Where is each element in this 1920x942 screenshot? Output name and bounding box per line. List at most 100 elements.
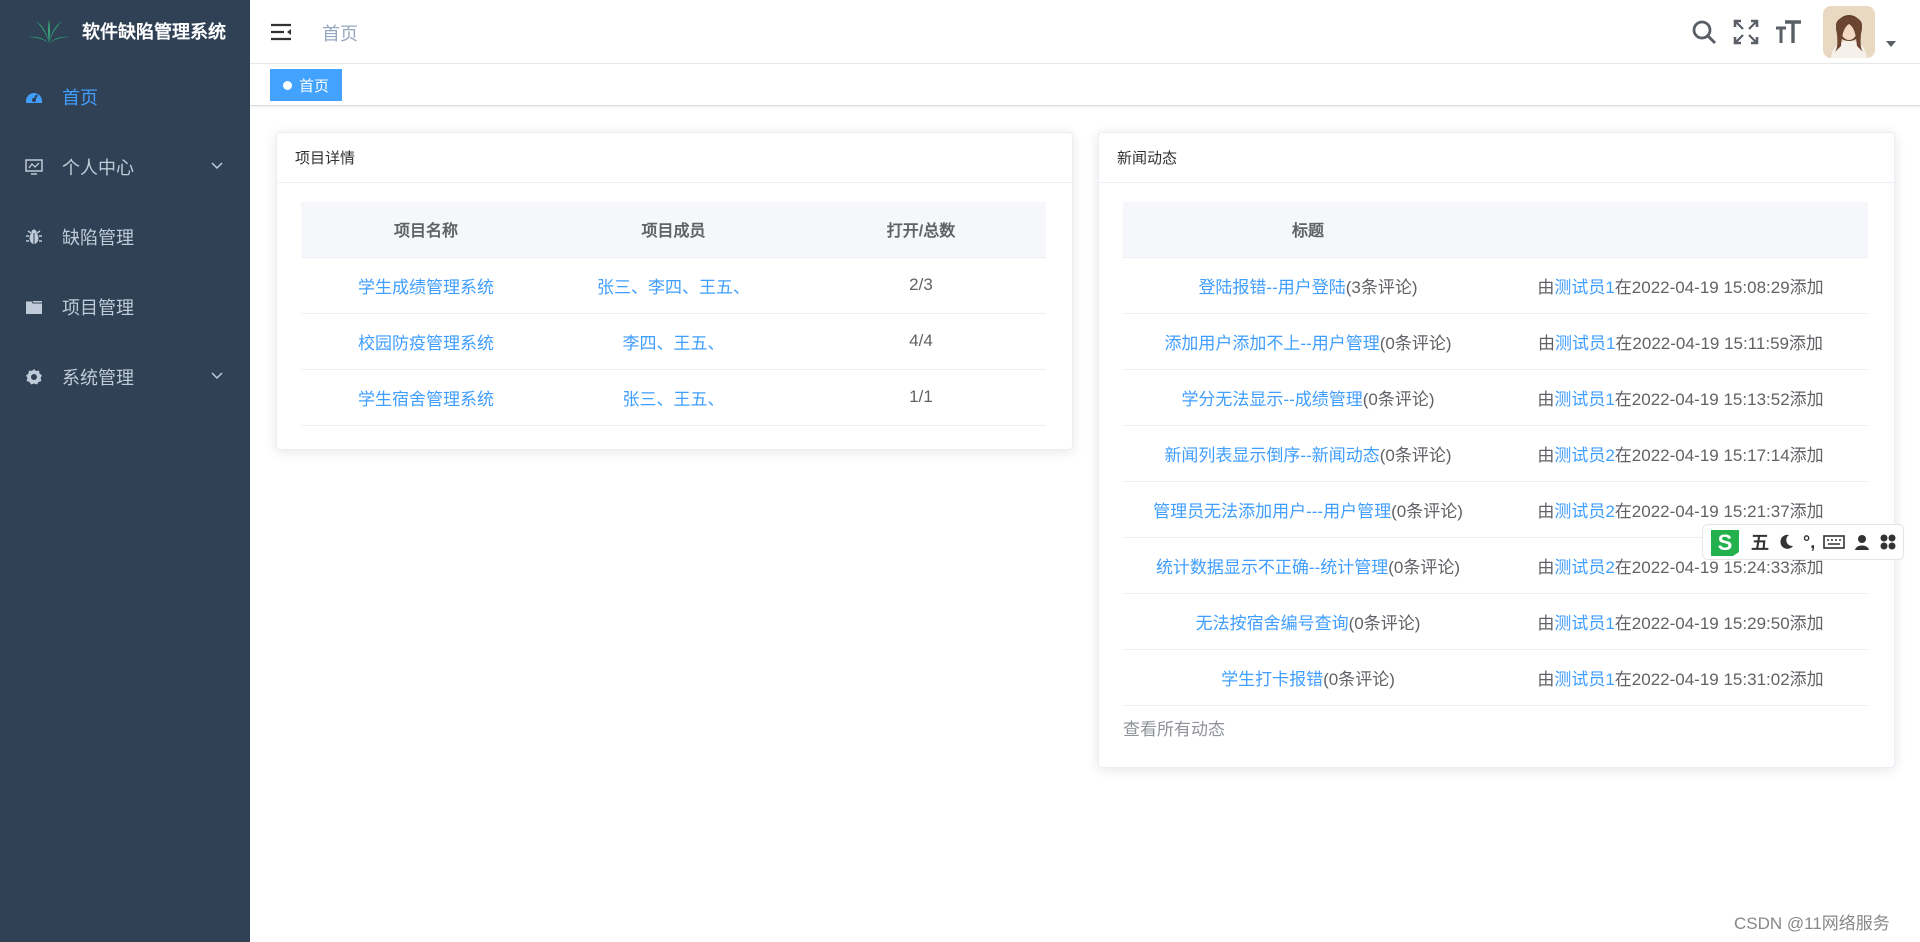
added-label: 添加 xyxy=(1789,557,1824,577)
news-title-cell: 学生打卡报错(0条评论) xyxy=(1123,649,1493,706)
user-icon[interactable] xyxy=(1853,533,1871,551)
avatar[interactable] xyxy=(1823,6,1875,58)
added-label: 添加 xyxy=(1789,501,1824,521)
author-link[interactable]: 测试员1 xyxy=(1554,670,1614,689)
sidebar-item-label: 系统管理 xyxy=(62,368,134,388)
author-link[interactable]: 测试员1 xyxy=(1555,334,1615,353)
table-row: 添加用户添加不上--用户管理(0条评论) 由测试员1在2022-04-19 15:… xyxy=(1123,313,1868,370)
at-label: 在 xyxy=(1614,501,1632,521)
leaf-logo-icon xyxy=(29,19,69,43)
folder-icon xyxy=(24,297,44,317)
table-row: 无法按宿舍编号查询(0条评论) 由测试员1在2022-04-19 15:29:50… xyxy=(1123,593,1868,650)
open-total-count: 2/3 xyxy=(796,257,1046,314)
sidebar: 软件缺陷管理系统 首页 个人中心 缺陷管理 项目管理 系统管理 xyxy=(0,0,250,942)
apps-icon[interactable] xyxy=(1879,533,1897,551)
at-label: 在 xyxy=(1614,445,1632,465)
sidebar-item-label: 个人中心 xyxy=(62,158,134,178)
comment-count: (0条评论) xyxy=(1323,669,1395,689)
ime-toolbar: S 五 °, xyxy=(1702,524,1904,560)
column-header-empty xyxy=(1493,202,1868,258)
bug-icon xyxy=(24,227,44,247)
news-title-cell: 学分无法显示--成绩管理(0条评论) xyxy=(1123,369,1493,426)
news-title-link[interactable]: 学生打卡报错 xyxy=(1221,670,1323,689)
news-meta-cell: 由测试员2在2022-04-19 15:17:14添加 xyxy=(1493,425,1868,482)
sogou-logo-icon[interactable]: S xyxy=(1707,526,1743,558)
column-header: 项目名称 xyxy=(301,202,551,258)
sidebar-item-personal-center[interactable]: 个人中心 xyxy=(0,132,250,202)
comment-count: (0条评论) xyxy=(1348,613,1421,633)
sidebar-item-defect-management[interactable]: 缺陷管理 xyxy=(0,202,250,272)
news-title-link[interactable]: 学分无法显示--成绩管理 xyxy=(1181,390,1362,409)
top-navbar: 首页 xyxy=(250,0,1920,64)
font-size-icon[interactable] xyxy=(1774,18,1802,46)
by-label: 由 xyxy=(1537,445,1555,465)
project-name-link[interactable]: 学生宿舍管理系统 xyxy=(301,369,551,426)
news-title-cell: 新闻列表显示倒序--新闻动态(0条评论) xyxy=(1123,425,1493,482)
hamburger-icon[interactable] xyxy=(270,22,292,42)
comment-count: (0条评论) xyxy=(1391,501,1463,521)
sidebar-item-project-management[interactable]: 项目管理 xyxy=(0,272,250,342)
project-members-link[interactable]: 李四、王五、 xyxy=(551,313,796,370)
news-title-link[interactable]: 统计数据显示不正确--统计管理 xyxy=(1156,558,1388,577)
comment-count: (0条评论) xyxy=(1379,445,1452,465)
author-link[interactable]: 测试员2 xyxy=(1554,502,1614,521)
news-title-link[interactable]: 新闻列表显示倒序--新闻动态 xyxy=(1164,446,1379,465)
column-header: 打开/总数 xyxy=(796,202,1046,258)
project-name-link[interactable]: 校园防疫管理系统 xyxy=(301,313,551,370)
fullscreen-icon[interactable] xyxy=(1732,18,1760,46)
tag-label: 首页 xyxy=(299,77,330,95)
card-title: 新闻动态 xyxy=(1099,133,1894,183)
by-label: 由 xyxy=(1537,501,1555,521)
timestamp: 2022-04-19 15:13:52 xyxy=(1631,389,1790,409)
news-title-link[interactable]: 管理员无法添加用户---用户管理 xyxy=(1153,502,1391,521)
project-members-link[interactable]: 张三、王五、 xyxy=(551,369,796,426)
sidebar-item-home[interactable]: 首页 xyxy=(0,62,250,132)
chevron-down-icon xyxy=(211,372,223,380)
card-title: 项目详情 xyxy=(277,133,1072,183)
search-icon[interactable] xyxy=(1690,18,1718,46)
news-title-cell: 管理员无法添加用户---用户管理(0条评论) xyxy=(1123,481,1493,538)
timestamp: 2022-04-19 15:24:33 xyxy=(1631,557,1790,577)
at-label: 在 xyxy=(1615,333,1633,353)
gear-icon xyxy=(24,367,44,387)
added-label: 添加 xyxy=(1789,389,1824,409)
table-row: 新闻列表显示倒序--新闻动态(0条评论) 由测试员2在2022-04-19 15:… xyxy=(1123,425,1868,482)
table-row: 校园防疫管理系统 李四、王五、 4/4 xyxy=(301,313,1046,370)
tag-home[interactable]: 首页 xyxy=(270,69,343,101)
column-header: 项目成员 xyxy=(551,202,796,258)
author-link[interactable]: 测试员2 xyxy=(1554,558,1614,577)
news-meta-cell: 由测试员1在2022-04-19 15:29:50添加 xyxy=(1493,593,1868,650)
active-dot-icon xyxy=(283,80,292,90)
news-title-link[interactable]: 无法按宿舍编号查询 xyxy=(1196,614,1349,633)
table-row: 学生成绩管理系统 张三、李四、王五、 2/3 xyxy=(301,257,1046,314)
project-table: 项目名称 项目成员 打开/总数 学生成绩管理系统 张三、李四、王五、 2/3 校… xyxy=(301,202,1046,426)
moon-icon[interactable] xyxy=(1777,533,1795,551)
by-label: 由 xyxy=(1537,613,1555,633)
app-title: 软件缺陷管理系统 xyxy=(82,22,226,42)
ime-mode-indicator[interactable]: 五 xyxy=(1751,529,1769,555)
project-name-link[interactable]: 学生成绩管理系统 xyxy=(301,257,551,314)
news-title-link[interactable]: 登陆报错--用户登陆 xyxy=(1198,278,1345,297)
news-title-link[interactable]: 添加用户添加不上--用户管理 xyxy=(1164,334,1379,353)
sidebar-item-system-management[interactable]: 系统管理 xyxy=(0,342,250,412)
author-link[interactable]: 测试员2 xyxy=(1554,446,1614,465)
news-table: 标题 登陆报错--用户登陆(3条评论) 由测试员1在2022-04-19 15:0… xyxy=(1123,202,1868,706)
project-members-link[interactable]: 张三、李四、王五、 xyxy=(551,257,796,314)
author-link[interactable]: 测试员1 xyxy=(1554,390,1614,409)
breadcrumb[interactable]: 首页 xyxy=(322,20,358,46)
author-link[interactable]: 测试员1 xyxy=(1554,614,1614,633)
column-header: 标题 xyxy=(1123,202,1493,258)
at-label: 在 xyxy=(1614,613,1632,633)
caret-down-icon[interactable] xyxy=(1886,40,1896,48)
news-meta-cell: 由测试员1在2022-04-19 15:08:29添加 xyxy=(1493,257,1868,314)
ime-punctuation-indicator[interactable]: °, xyxy=(1803,532,1815,553)
app-logo: 软件缺陷管理系统 xyxy=(0,0,250,62)
timestamp: 2022-04-19 15:29:50 xyxy=(1631,613,1790,633)
added-label: 添加 xyxy=(1789,613,1824,633)
view-all-news-link[interactable]: 查看所有动态 xyxy=(1123,715,1225,740)
watermark: CSDN @11网络服务 xyxy=(1734,914,1890,933)
tags-view: 首页 xyxy=(250,64,1920,106)
added-label: 添加 xyxy=(1789,333,1824,353)
keyboard-icon[interactable] xyxy=(1823,534,1846,550)
author-link[interactable]: 测试员1 xyxy=(1554,278,1614,297)
